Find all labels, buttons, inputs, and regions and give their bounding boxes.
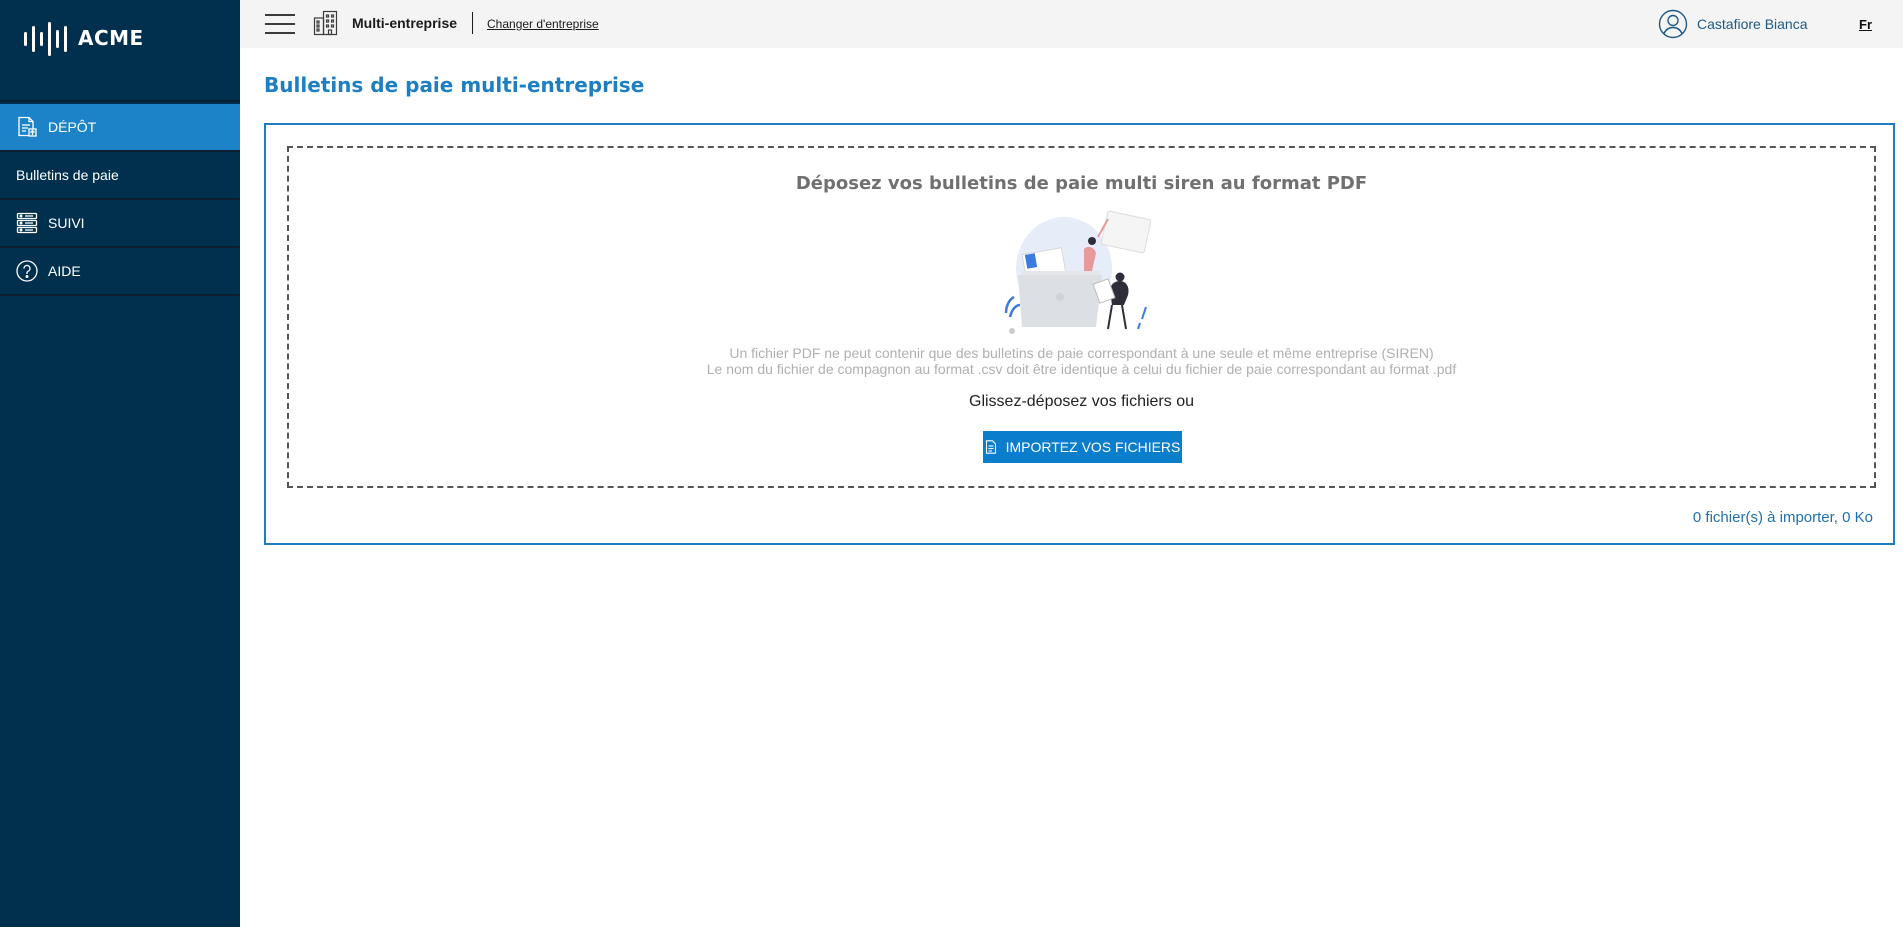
- current-company-name: Multi-entreprise: [352, 15, 458, 31]
- top-bar: Multi-entreprise Changer d'entreprise Ca…: [240, 0, 1903, 48]
- user-avatar-icon: [1658, 9, 1688, 39]
- app-root: ACME DÉPÔT Bulletins de paie SUIVI AIDE …: [0, 0, 1903, 927]
- menu-toggle-button[interactable]: [265, 13, 295, 35]
- user-menu[interactable]: Castafiore Bianca: [1658, 9, 1808, 39]
- file-dropzone[interactable]: Déposez vos bulletins de paie multi sire…: [287, 146, 1876, 488]
- server-list-icon: [16, 212, 38, 234]
- hamburger-line: [265, 32, 295, 34]
- user-name: Castafiore Bianca: [1697, 16, 1808, 32]
- sidebar-item-depot[interactable]: DÉPÔT: [0, 104, 240, 152]
- divider: [472, 12, 473, 34]
- sidebar: ACME DÉPÔT Bulletins de paie SUIVI AIDE: [0, 0, 240, 927]
- sidebar-item-label: DÉPÔT: [48, 119, 97, 135]
- sidebar-item-suivi[interactable]: SUIVI: [0, 200, 240, 248]
- building-icon: [313, 10, 338, 36]
- hamburger-line: [265, 14, 295, 16]
- instruction-line: Un fichier PDF ne peut contenir que des …: [729, 345, 1434, 361]
- sidebar-item-aide[interactable]: AIDE: [0, 248, 240, 296]
- import-summary: 0 fichier(s) à importer, 0 Ko: [1692, 509, 1873, 526]
- file-icon: [985, 440, 996, 454]
- drag-drop-text: Glissez-déposez vos fichiers ou: [969, 393, 1194, 410]
- help-circle-icon: [16, 260, 38, 282]
- upload-panel: Déposez vos bulletins de paie multi sire…: [264, 123, 1895, 545]
- brand-logo[interactable]: ACME: [0, 0, 240, 102]
- hamburger-line: [265, 23, 295, 25]
- language-selector[interactable]: Fr: [1859, 17, 1872, 32]
- import-files-button[interactable]: IMPORTEZ VOS FICHIERS: [983, 431, 1182, 463]
- brand-name: ACME: [78, 26, 144, 50]
- sidebar-item-bulletins-de-paie[interactable]: Bulletins de paie: [0, 152, 240, 200]
- page-title: Bulletins de paie multi-entreprise: [264, 73, 645, 97]
- dropzone-heading: Déposez vos bulletins de paie multi sire…: [795, 173, 1368, 194]
- document-upload-icon: [18, 116, 37, 137]
- change-company-link[interactable]: Changer d'entreprise: [487, 17, 599, 31]
- sidebar-item-label: SUIVI: [48, 215, 85, 231]
- dropzone-instructions: Un fichier PDF ne peut contenir que des …: [289, 345, 1874, 377]
- brand-logo-icon: [24, 22, 67, 56]
- sidebar-item-label: AIDE: [48, 263, 81, 279]
- upload-illustration: [1004, 210, 1152, 334]
- instruction-line: Le nom du fichier de compagnon au format…: [706, 361, 1457, 377]
- sidebar-item-label: Bulletins de paie: [16, 167, 119, 183]
- import-button-label: IMPORTEZ VOS FICHIERS: [1005, 439, 1181, 455]
